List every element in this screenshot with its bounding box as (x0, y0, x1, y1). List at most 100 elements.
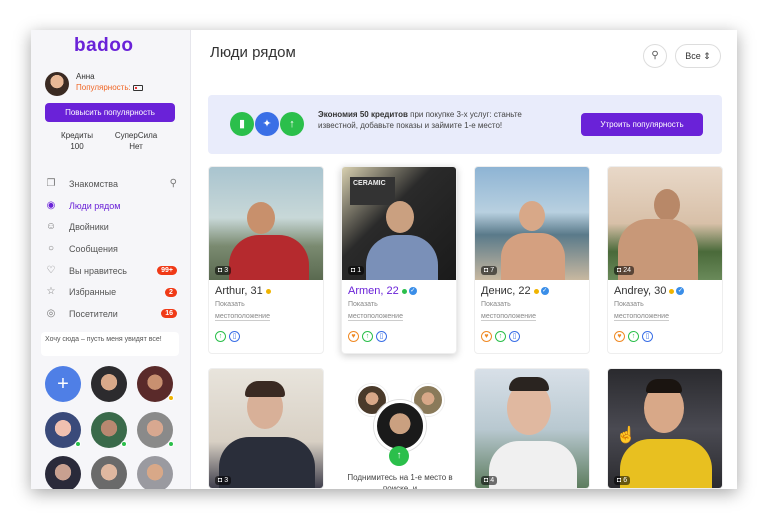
faces-icon: ☺ (45, 221, 57, 233)
app-window: badoo Анна Популярность: Повысить популя… (31, 30, 737, 489)
online-status-dot (401, 288, 407, 294)
triple-popularity-button[interactable]: Утроить популярность (581, 113, 703, 136)
superpower-stat[interactable]: СуперСила Нет (111, 130, 161, 152)
photo-count: 4 (490, 477, 495, 484)
online-dot (168, 395, 174, 401)
profile-photo[interactable]: ◘ 7 (475, 167, 589, 280)
sidebar-nav: ❐ Знакомства ⚲ ◉ Люди рядом ☺ Двойники ○… (45, 173, 185, 325)
person-head (654, 189, 680, 221)
online-dot (121, 441, 127, 447)
arrow-up-icon[interactable]: ↑ (215, 331, 226, 342)
profile-photo[interactable]: ◘ 3 (209, 167, 323, 280)
sidebar-item-messages[interactable]: ○ Сообщения (45, 238, 185, 260)
person-body (229, 235, 309, 280)
profile-card[interactable]: ◘ 4 (474, 368, 590, 489)
arrow-up-icon[interactable]: ↑ (362, 331, 373, 342)
profile-card[interactable]: ☝ ◘ 6 (607, 368, 723, 489)
heart-icon[interactable]: ♥ (348, 331, 359, 342)
sidebar-item-label: Двойники (69, 222, 109, 233)
sparkle-icon: ✦ (255, 112, 279, 136)
photo-count: 1 (357, 267, 362, 274)
heart-icon: ♡ (46, 264, 56, 276)
profile-name: Денис, 22 (481, 285, 531, 297)
profile-card[interactable]: CERAMIC ◘ 1 Armen, 22 ✓ Показать местополо… (341, 166, 457, 354)
promo-text: Экономия 50 кредитов при покупке 3-х усл… (318, 109, 558, 131)
profile-photo[interactable]: ☝ ◘ 6 (608, 369, 722, 488)
phone-icon[interactable]: ▯ (229, 331, 240, 342)
profile-photo[interactable]: ◘ 4 (475, 369, 589, 488)
sidebar: badoo Анна Популярность: Повысить популя… (31, 30, 191, 489)
count-badge: 2 (165, 287, 177, 297)
arrow-up-icon[interactable]: ↑ (495, 331, 506, 342)
add-to-spotlight-button[interactable]: + (45, 366, 81, 402)
sidebar-item-lookalikes[interactable]: ☺ Двойники (45, 216, 185, 238)
profile-card[interactable]: ◘ 3 Arthur, 31 Показать местоположение ↑ … (208, 166, 324, 354)
phone-icon[interactable]: ▯ (509, 331, 520, 342)
photo-count-badge: ◘ 4 (481, 476, 498, 485)
superpower-label: СуперСила (114, 131, 158, 140)
profile-card[interactable]: ◘ 7 Денис, 22 ✓ Показать местоположение ♥ … (474, 166, 590, 354)
show-location-link[interactable]: Показать местоположение (209, 297, 323, 323)
spotlight-avatar[interactable] (91, 456, 127, 489)
promo-avatar-main (374, 400, 426, 452)
eye-icon: ◎ (46, 307, 56, 319)
hand-cursor-icon: ☝ (616, 427, 636, 444)
spotlight-avatar[interactable] (137, 456, 173, 489)
photo-count-badge: ◘ 24 (614, 266, 634, 275)
filter-select-value: Все (685, 51, 701, 61)
popularity-label: Популярность: (76, 83, 131, 92)
show-location-link[interactable]: Показать местоположение (475, 297, 589, 323)
filter-settings-button[interactable]: ⚲ (643, 44, 667, 68)
profile-name-row: Денис, 22 ✓ (475, 280, 589, 297)
arrow-up-icon: ↑ (389, 446, 409, 466)
sidebar-item-favorites[interactable]: ☆ Избранные 2 (45, 281, 185, 303)
arrow-up-icon[interactable]: ↑ (628, 331, 639, 342)
user-name[interactable]: Анна (76, 72, 95, 81)
arrow-up-icon: ↑ (280, 112, 304, 136)
boost-popularity-button[interactable]: Повысить популярность (45, 103, 175, 122)
wish-banner[interactable]: Хочу сюда – пусть меня увидят все! (41, 332, 179, 356)
phone-icon[interactable]: ▯ (642, 331, 653, 342)
show-location-link[interactable]: Показать местоположение (608, 297, 722, 323)
filter-icon[interactable]: ⚲ (170, 178, 177, 189)
online-status-dot (265, 288, 271, 294)
show-location-link[interactable]: Показать местоположение (342, 297, 456, 323)
profile-photo[interactable]: ◘ 24 (608, 167, 722, 280)
photo-count: 3 (224, 477, 229, 484)
heart-icon[interactable]: ♥ (614, 331, 625, 342)
battery-icon (132, 84, 143, 91)
photo-count-badge: ◘ 3 (215, 476, 232, 485)
location-line-2: местоположение (481, 313, 536, 321)
sidebar-item-visitors[interactable]: ◎ Посетители 16 (45, 303, 185, 325)
sidebar-item-people-nearby[interactable]: ◉ Люди рядом (45, 195, 185, 217)
credits-value: 100 (70, 142, 84, 151)
sidebar-item-label: Избранные (69, 287, 117, 298)
heart-icon[interactable]: ♥ (481, 331, 492, 342)
photo-count-badge: ◘ 3 (215, 266, 232, 275)
phone-icon[interactable]: ▯ (376, 331, 387, 342)
sidebar-item-liked-you[interactable]: ♡ Вы нравитесь 99+ (45, 260, 185, 282)
card-actions: ♥ ↑ ▯ (342, 323, 456, 342)
sidebar-item-encounters[interactable]: ❐ Знакомства ⚲ (45, 173, 185, 195)
spotlight-avatar[interactable] (45, 456, 81, 489)
profile-card[interactable]: ◘ 3 (208, 368, 324, 489)
spotlight-avatar[interactable] (91, 366, 127, 402)
promo-card[interactable]: ↑ Поднимитесь на 1-е место в поиске, и (342, 368, 458, 489)
photo-count: 7 (490, 267, 495, 274)
sidebar-item-label: Люди рядом (69, 200, 121, 211)
profile-card[interactable]: ◘ 24 Andrey, 30 ✓ Показать местоположение … (607, 166, 723, 354)
user-avatar[interactable] (45, 72, 69, 96)
verified-icon: ✓ (540, 287, 549, 296)
profile-photo[interactable]: CERAMIC ◘ 1 (342, 167, 456, 280)
poster-sign: CERAMIC (350, 177, 395, 205)
credits-stat[interactable]: Кредиты 100 (57, 130, 97, 152)
superpower-value: Нет (129, 142, 143, 151)
profile-name-row: Andrey, 30 ✓ (608, 280, 722, 297)
count-badge: 16 (161, 309, 177, 319)
profile-photo[interactable]: ◘ 3 (209, 369, 323, 488)
online-status-dot (669, 288, 675, 294)
popularity-indicator[interactable]: Популярность: (76, 83, 143, 92)
filter-select[interactable]: Все ⇕ (675, 44, 721, 68)
badoo-logo[interactable]: badoo (74, 35, 134, 57)
person-head (386, 201, 414, 233)
